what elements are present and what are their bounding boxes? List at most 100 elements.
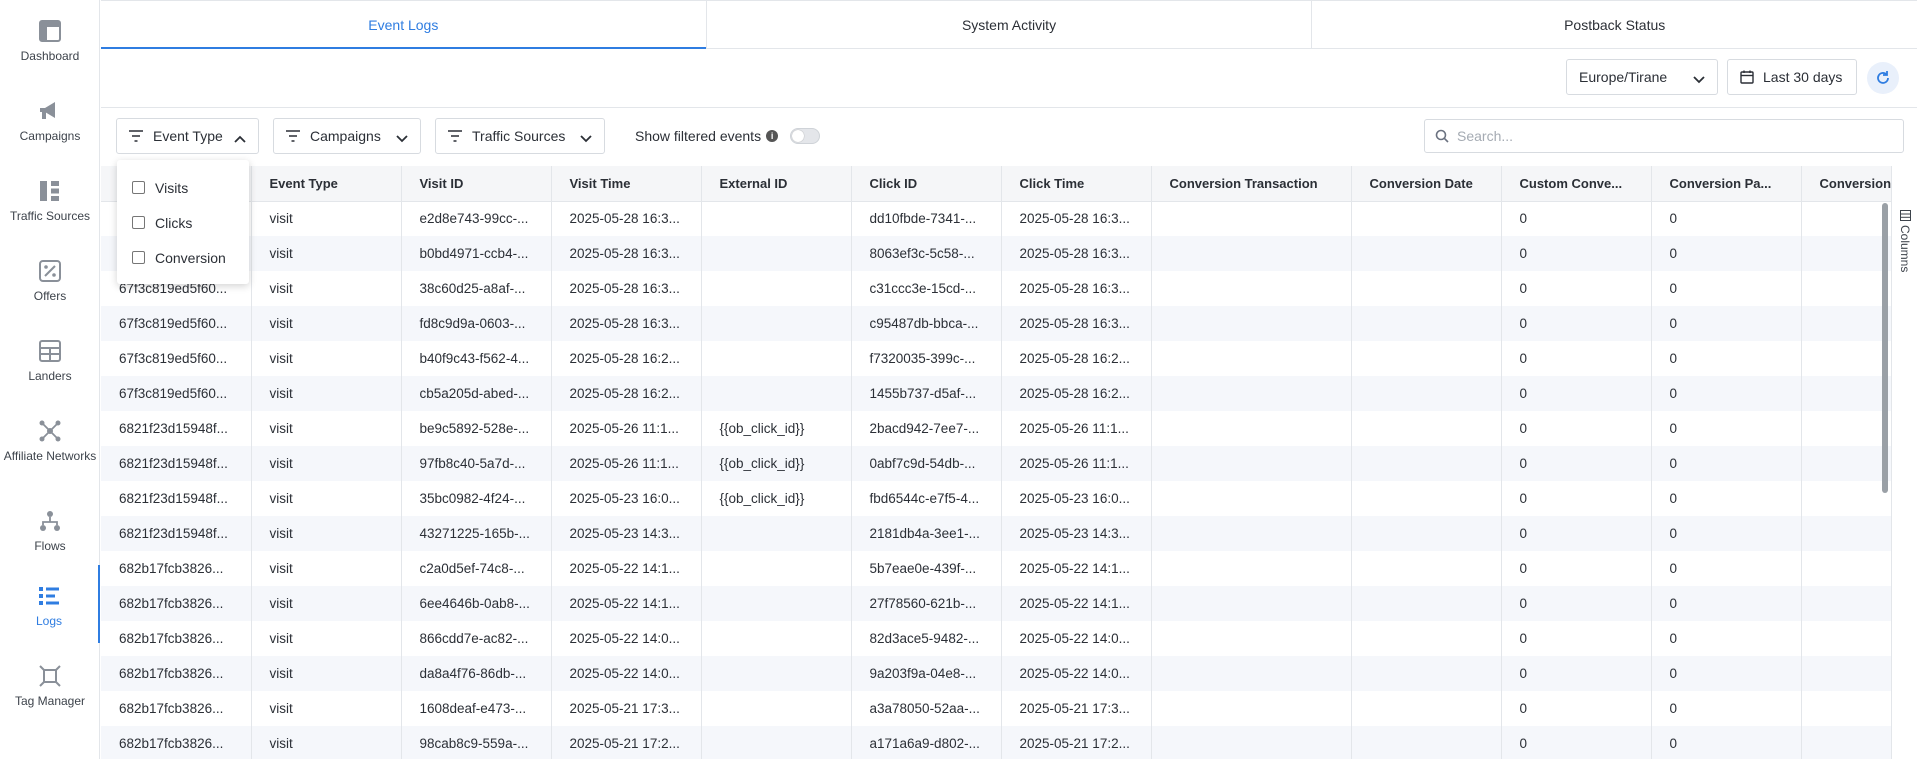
table-row[interactable]: 67f3c819ed5f60... visit cb5a205d-abed-... 2… — [101, 376, 1891, 411]
table-cell: 2bacd942-7ee7-... — [851, 411, 1002, 446]
table-cell: 0 — [1651, 551, 1802, 586]
table-row[interactable]: 6821f23d15948f... visit 35bc0982-4f24-... 2… — [101, 481, 1891, 516]
table-cell: 0 — [1501, 691, 1652, 726]
table-row[interactable]: 682b17fcb3826... visit 6ee4646b-0ab8-... 20… — [101, 586, 1891, 621]
table-cell: 5b7eae0e-439f-... — [851, 551, 1002, 586]
table-row[interactable]: visit e2d8e743-99cc-... 2025-05-28 16:3...… — [101, 201, 1891, 236]
column-header[interactable]: Conversion Transaction — [1151, 166, 1352, 202]
table-row[interactable]: 67f3c819ed5f60... visit fd8c9d9a-0603-... 2… — [101, 306, 1891, 341]
table-row[interactable]: 67f3c819ed5f60... visit 38c60d25-a8af-... 2… — [101, 271, 1891, 306]
table-cell: 0 — [1651, 306, 1802, 341]
table-cell: 0 — [1651, 516, 1802, 551]
sidebar: Dashboard Campaigns Traffic Sources Offe… — [0, 0, 100, 759]
table-row[interactable]: 682b17fcb3826... visit da8a4f76-86db-... 20… — [101, 656, 1891, 691]
table-row[interactable]: 682b17fcb3826... visit 98cab8c9-559a-... 20… — [101, 726, 1891, 759]
table-cell — [701, 236, 852, 271]
sidebar-item-campaigns[interactable]: Campaigns — [0, 80, 100, 158]
sidebar-item-logs[interactable]: Logs — [0, 565, 100, 643]
event-type-option-visits[interactable]: Visits — [117, 170, 249, 205]
column-header[interactable]: Click Time — [1001, 166, 1152, 202]
table-row[interactable]: 682b17fcb3826... visit 866cdd7e-ac82-... 20… — [101, 621, 1891, 656]
table-cell — [1801, 586, 1891, 621]
table-row[interactable]: 6821f23d15948f... visit 43271225-165b-... 2… — [101, 516, 1891, 551]
sidebar-item-tag-manager[interactable]: Tag Manager — [0, 645, 100, 723]
sidebar-item-landers[interactable]: Landers — [0, 320, 100, 398]
search-input[interactable] — [1457, 128, 1897, 144]
table-cell — [1801, 621, 1891, 656]
column-header[interactable]: Conversion — [1801, 166, 1891, 202]
table-cell: 2025-05-28 16:3... — [1001, 236, 1152, 271]
column-header[interactable]: Visit Time — [551, 166, 702, 202]
table-cell — [1151, 586, 1352, 621]
show-filtered-toggle[interactable] — [790, 128, 821, 144]
table-cell — [1801, 411, 1891, 446]
timezone-select[interactable]: Europe/Tirane — [1566, 59, 1718, 95]
table-cell: 8063ef3c-5c58-... — [851, 236, 1002, 271]
sidebar-item-label: Offers — [33, 289, 67, 303]
table-cell: 35bc0982-4f24-... — [401, 481, 552, 516]
table-cell — [1801, 516, 1891, 551]
event-type-filter[interactable]: Event Type — [116, 118, 259, 154]
table-cell: 97fb8c40-5a7d-... — [401, 446, 552, 481]
table-row[interactable]: 682b17fcb3826... visit 1608deaf-e473-... 20… — [101, 691, 1891, 726]
table-row[interactable]: 6821f23d15948f... visit be9c5892-528e-... 2… — [101, 411, 1891, 446]
sidebar-item-label: Landers — [28, 369, 72, 383]
table-row[interactable]: 67f3c819ed5f60... visit b40f9c43-f562-4...… — [101, 341, 1891, 376]
column-header[interactable]: External ID — [701, 166, 852, 202]
tab-system-activity[interactable]: System Activity — [707, 1, 1313, 48]
sidebar-item-offers[interactable]: Offers — [0, 240, 100, 318]
table-cell: 2025-05-28 16:2... — [551, 376, 702, 411]
checkbox[interactable] — [132, 216, 145, 229]
table-row[interactable]: visit b0bd4971-ccb4-... 2025-05-28 16:3...… — [101, 236, 1891, 271]
top-toolbar: Europe/Tirane Last 30 days — [101, 50, 1917, 108]
checkbox[interactable] — [132, 181, 145, 194]
table-cell: visit — [251, 376, 402, 411]
table-cell: 0 — [1501, 726, 1652, 759]
columns-toggle[interactable]: Columns — [1898, 210, 1912, 272]
table-cell: 2025-05-26 11:1... — [551, 411, 702, 446]
table-cell: visit — [251, 516, 402, 551]
column-header[interactable]: Visit ID — [401, 166, 552, 202]
event-type-option-conversion[interactable]: Conversion — [117, 240, 249, 275]
sidebar-item-dashboard[interactable]: Dashboard — [0, 0, 100, 78]
sidebar-item-traffic-sources[interactable]: Traffic Sources — [0, 160, 100, 238]
sidebar-item-flows[interactable]: Flows — [0, 490, 100, 568]
table-cell: visit — [251, 621, 402, 656]
date-range-button[interactable]: Last 30 days — [1727, 59, 1857, 95]
table-cell: 2025-05-23 14:3... — [551, 516, 702, 551]
traffic-sources-filter[interactable]: Traffic Sources — [435, 118, 605, 154]
table-cell — [1151, 236, 1352, 271]
table-cell — [1801, 306, 1891, 341]
info-icon[interactable]: i — [766, 130, 779, 142]
table-cell: f7320035-399c-... — [851, 341, 1002, 376]
date-range-label: Last 30 days — [1763, 69, 1843, 85]
column-header[interactable]: Conversion Pa... — [1651, 166, 1802, 202]
table-cell — [701, 726, 852, 759]
columns-panel: Columns — [1891, 166, 1917, 759]
table-cell — [1351, 621, 1502, 656]
column-header[interactable]: Click ID — [851, 166, 1002, 202]
search-icon — [1435, 129, 1449, 143]
table-cell: 682b17fcb3826... — [101, 621, 252, 656]
table-cell: 2025-05-23 16:0... — [551, 481, 702, 516]
event-type-option-clicks[interactable]: Clicks — [117, 205, 249, 240]
sidebar-item-affiliate-networks[interactable]: Affiliate Networks — [0, 400, 100, 478]
table-cell: 2025-05-28 16:3... — [1001, 271, 1152, 306]
vertical-scrollbar[interactable] — [1882, 203, 1888, 493]
tab-postback-status[interactable]: Postback Status — [1312, 1, 1917, 48]
checkbox[interactable] — [132, 251, 145, 264]
table-cell: 2025-05-21 17:3... — [551, 691, 702, 726]
table-row[interactable]: 6821f23d15948f... visit 97fb8c40-5a7d-... 2… — [101, 446, 1891, 481]
table-cell: 2025-05-28 16:3... — [1001, 201, 1152, 236]
campaigns-filter[interactable]: Campaigns — [273, 118, 421, 154]
column-header[interactable]: Custom Conve... — [1501, 166, 1652, 202]
table-cell: 98cab8c9-559a-... — [401, 726, 552, 759]
table-row[interactable]: 682b17fcb3826... visit c2a0d5ef-74c8-... 20… — [101, 551, 1891, 586]
column-header[interactable]: Event Type — [251, 166, 402, 202]
table-cell — [701, 691, 852, 726]
tab-event-logs[interactable]: Event Logs — [101, 1, 707, 49]
table-cell: 0 — [1501, 341, 1652, 376]
column-header[interactable]: Conversion Date — [1351, 166, 1502, 202]
table-cell: 6821f23d15948f... — [101, 481, 252, 516]
refresh-button[interactable] — [1867, 62, 1899, 94]
